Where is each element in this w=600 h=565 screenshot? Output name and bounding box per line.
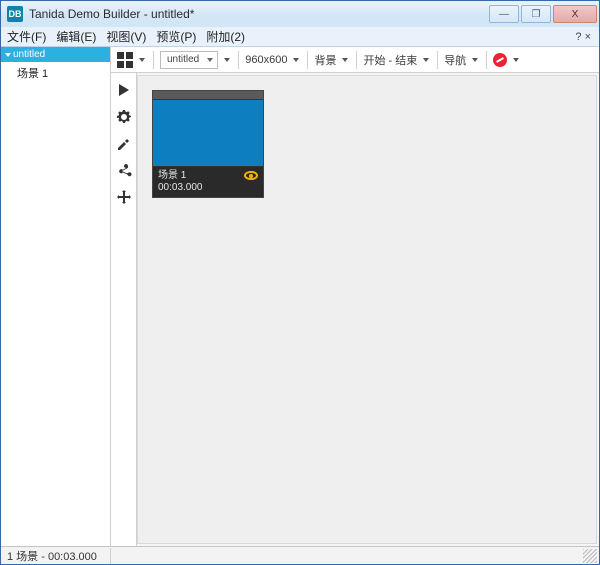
tool-strip	[111, 73, 137, 546]
cancel-dropdown[interactable]	[511, 55, 521, 65]
startend-label[interactable]: 开始 - 结束	[363, 52, 417, 68]
maximize-button[interactable]: ❐	[521, 5, 551, 23]
move-icon	[116, 190, 132, 206]
close-button[interactable]: X	[553, 5, 597, 23]
menu-file[interactable]: 文件(F)	[7, 28, 46, 45]
resize-grip[interactable]	[583, 549, 597, 563]
content-area: untitled 场景 1 untitled 960x600 背景 开始 - 结…	[1, 47, 599, 546]
scene-thumbnail[interactable]	[153, 99, 263, 167]
play-icon	[119, 84, 129, 96]
minimize-button[interactable]: —	[489, 5, 519, 23]
background-label[interactable]: 背景	[314, 52, 336, 68]
app-window: DB Tanida Demo Builder - untitled* — ❐ X…	[0, 0, 600, 565]
sidebar: untitled 场景 1	[1, 47, 111, 546]
brush-icon	[116, 136, 132, 152]
expand-icon	[5, 53, 11, 57]
share-icon	[116, 163, 132, 179]
canvas[interactable]: 场景 1 00:03.000	[137, 75, 597, 544]
menu-extra[interactable]: 附加(2)	[206, 28, 245, 45]
brush-button[interactable]	[115, 135, 133, 153]
menu-help[interactable]: ? ×	[575, 31, 591, 43]
play-button[interactable]	[115, 81, 133, 99]
share-button[interactable]	[115, 162, 133, 180]
project-combo[interactable]: untitled	[160, 51, 218, 69]
toolbar: untitled 960x600 背景 开始 - 结束 导航	[111, 47, 599, 73]
scene-name: 场景 1	[158, 170, 203, 182]
scene-time: 00:03.000	[158, 182, 203, 194]
visibility-icon[interactable]	[244, 171, 258, 180]
move-button[interactable]	[115, 189, 133, 207]
app-icon: DB	[7, 6, 23, 22]
background-dropdown[interactable]	[340, 55, 350, 65]
navigation-label[interactable]: 导航	[444, 52, 466, 68]
cancel-icon[interactable]	[493, 53, 507, 67]
menu-view[interactable]: 视图(V)	[106, 28, 146, 45]
resolution-label[interactable]: 960x600	[245, 54, 287, 66]
status-left: 1 场景 - 00:03.000	[1, 548, 111, 564]
scene-header	[153, 91, 263, 99]
main-area: untitled 960x600 背景 开始 - 结束 导航	[111, 47, 599, 546]
gear-icon	[116, 109, 132, 125]
tree-root-label: untitled	[13, 49, 45, 60]
tree-scene-item[interactable]: 场景 1	[1, 62, 110, 84]
project-dropdown[interactable]	[222, 55, 232, 65]
scene-card[interactable]: 场景 1 00:03.000	[152, 90, 264, 198]
settings-button[interactable]	[115, 108, 133, 126]
navigation-dropdown[interactable]	[470, 55, 480, 65]
workarea: 场景 1 00:03.000	[111, 73, 599, 546]
statusbar: 1 场景 - 00:03.000	[1, 546, 599, 564]
view-dropdown[interactable]	[137, 55, 147, 65]
menu-edit[interactable]: 编辑(E)	[56, 28, 96, 45]
window-controls: — ❐ X	[489, 5, 597, 23]
scene-footer: 场景 1 00:03.000	[153, 167, 263, 197]
resolution-dropdown[interactable]	[291, 55, 301, 65]
titlebar[interactable]: DB Tanida Demo Builder - untitled* — ❐ X	[1, 1, 599, 27]
startend-dropdown[interactable]	[421, 55, 431, 65]
tree-root-item[interactable]: untitled	[1, 47, 110, 62]
window-title: Tanida Demo Builder - untitled*	[29, 7, 194, 21]
view-grid-icon[interactable]	[117, 52, 133, 68]
menu-preview[interactable]: 预览(P)	[156, 28, 196, 45]
menubar: 文件(F) 编辑(E) 视图(V) 预览(P) 附加(2) ? ×	[1, 27, 599, 47]
